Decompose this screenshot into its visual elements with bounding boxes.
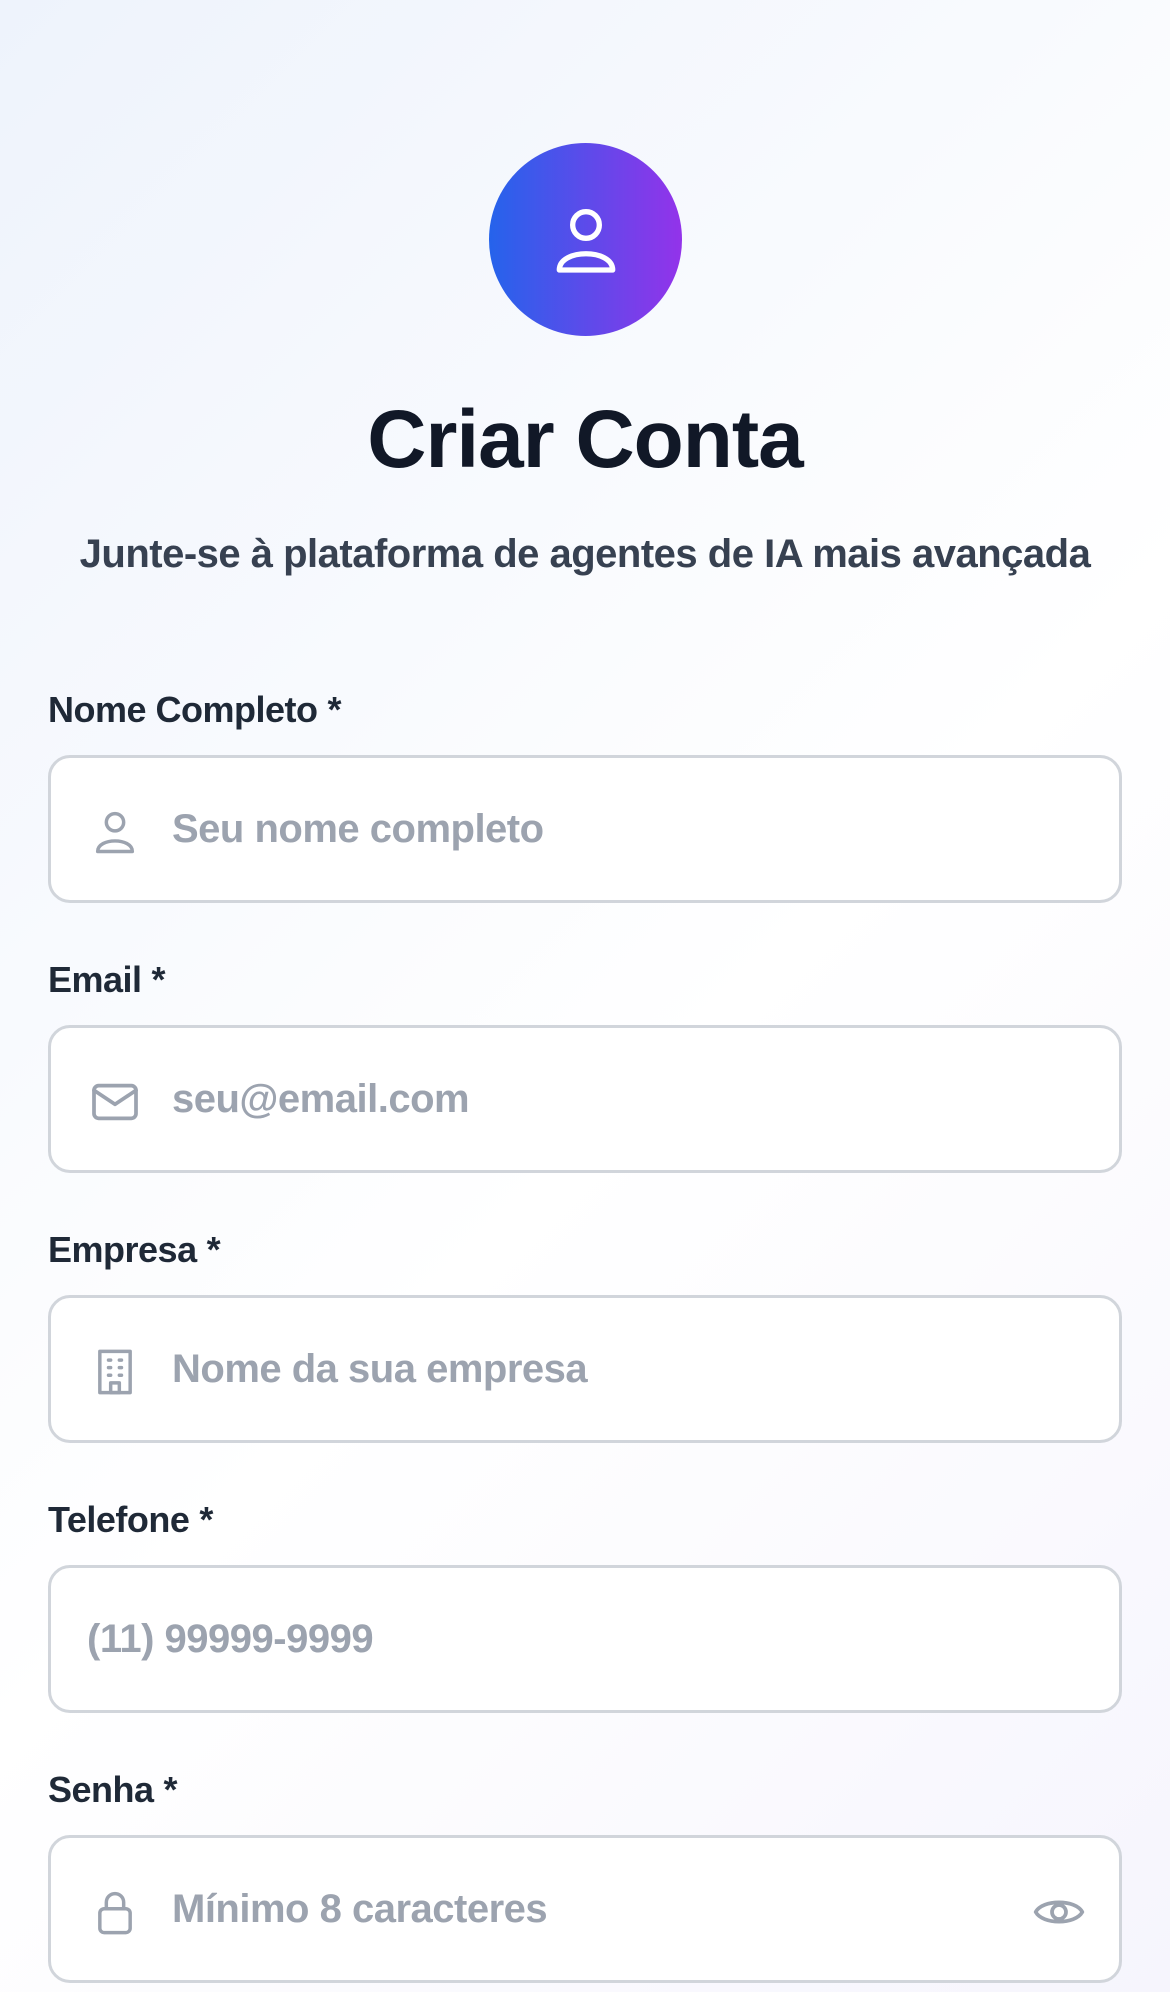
company-label: Empresa * xyxy=(48,1229,221,1270)
building-icon xyxy=(85,1342,145,1402)
company-input[interactable] xyxy=(172,1298,1072,1440)
name-input-box[interactable] xyxy=(48,755,1122,903)
required-mark: * xyxy=(151,959,166,1000)
mail-icon xyxy=(85,1072,145,1132)
lock-icon xyxy=(85,1882,145,1942)
required-mark: * xyxy=(327,689,342,730)
email-input[interactable] xyxy=(172,1028,1072,1170)
password-label: Senha * xyxy=(48,1769,178,1810)
phone-label: Telefone * xyxy=(48,1499,213,1540)
name-label: Nome Completo * xyxy=(48,689,342,730)
required-mark: * xyxy=(163,1769,178,1810)
password-input[interactable] xyxy=(172,1838,1022,1980)
password-input-box[interactable] xyxy=(48,1835,1122,1983)
name-field: Nome Completo * xyxy=(48,688,1122,903)
email-label: Email * xyxy=(48,959,166,1000)
company-field: Empresa * xyxy=(48,1228,1122,1443)
password-field: Senha * xyxy=(48,1768,1122,1983)
required-mark: * xyxy=(206,1229,221,1270)
name-input[interactable] xyxy=(172,758,1072,900)
user-icon xyxy=(556,208,615,273)
required-mark: * xyxy=(199,1499,213,1540)
avatar xyxy=(489,143,682,336)
signup-page: Criar Conta Junte-se à plataforma de age… xyxy=(0,0,1170,1992)
phone-input[interactable] xyxy=(87,1568,1087,1710)
email-input-box[interactable] xyxy=(48,1025,1122,1173)
email-field: Email * xyxy=(48,958,1122,1173)
eye-icon[interactable] xyxy=(1029,1882,1089,1942)
phone-field: Telefone * xyxy=(48,1498,1122,1713)
phone-input-box[interactable] xyxy=(48,1565,1122,1713)
page-subtitle: Junte-se à plataforma de agentes de IA m… xyxy=(79,532,1091,576)
page-title: Criar Conta xyxy=(367,394,804,485)
user-icon xyxy=(85,802,145,862)
company-input-box[interactable] xyxy=(48,1295,1122,1443)
